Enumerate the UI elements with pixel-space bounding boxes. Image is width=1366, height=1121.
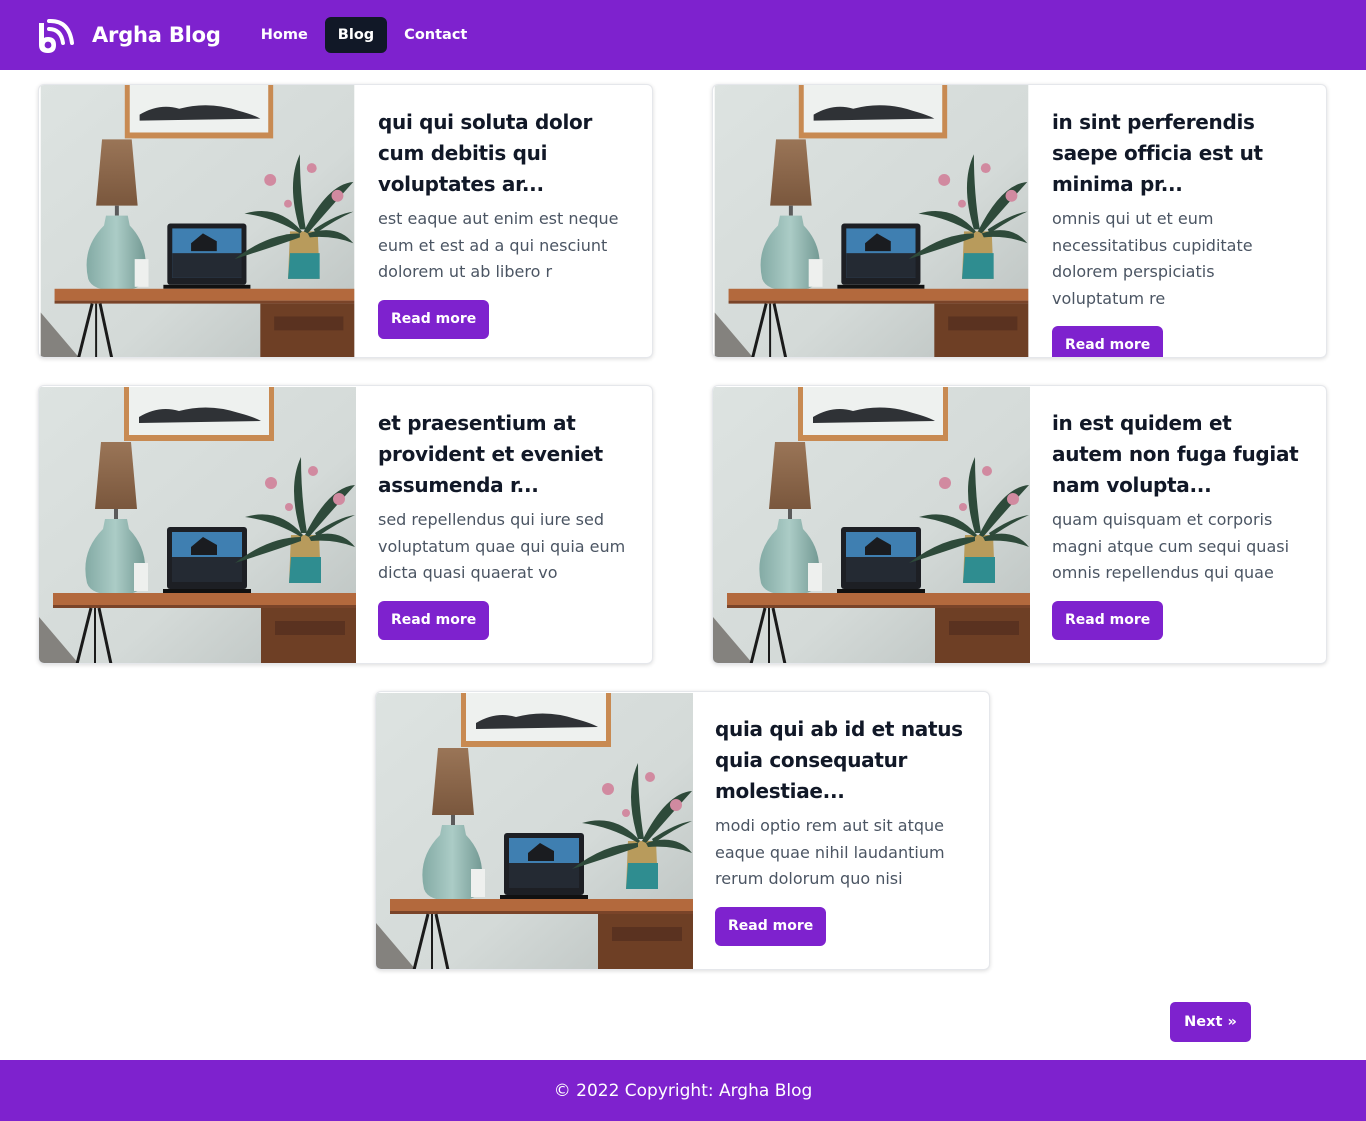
read-more-button[interactable]: Read more xyxy=(378,600,490,640)
post-title[interactable]: et praesentium at provident et eveniet a… xyxy=(378,408,630,501)
footer: © 2022 Copyright: Argha Blog xyxy=(0,1060,1366,1121)
post-card-body: et praesentium at provident et eveniet a… xyxy=(356,386,652,663)
next-page-button[interactable]: Next » xyxy=(1170,1002,1251,1042)
post-card: et praesentium at provident et eveniet a… xyxy=(38,385,653,664)
post-thumbnail[interactable] xyxy=(713,85,1030,358)
nav-contact[interactable]: Contact xyxy=(391,17,480,53)
post-card-body: in est quidem et autem non fuga fugiat n… xyxy=(1030,386,1326,663)
post-card-body: qui qui soluta dolor cum debitis qui vol… xyxy=(356,85,652,357)
post-excerpt: omnis qui ut et eum necessitatibus cupid… xyxy=(1052,209,1253,308)
read-more-button[interactable]: Read more xyxy=(1052,600,1164,640)
brand-link[interactable]: Argha Blog xyxy=(34,14,221,56)
blogger-logo-icon xyxy=(39,18,74,53)
nav-links: Home Blog Contact xyxy=(248,17,485,53)
post-title[interactable]: quia qui ab id et natus quia consequatur… xyxy=(715,714,967,807)
post-card: quia qui ab id et natus quia consequatur… xyxy=(375,691,990,970)
post-excerpt: quam quisquam et corporis magni atque cu… xyxy=(1052,510,1290,582)
brand-name: Argha Blog xyxy=(92,23,221,47)
post-title[interactable]: in sint perferendis saepe officia est ut… xyxy=(1052,107,1304,200)
post-title[interactable]: in est quidem et autem non fuga fugiat n… xyxy=(1052,408,1304,501)
read-more-button[interactable]: Read more xyxy=(1052,326,1164,357)
post-thumbnail[interactable] xyxy=(713,386,1030,664)
read-more-button[interactable]: Read more xyxy=(378,299,490,339)
post-card-body: quia qui ab id et natus quia consequatur… xyxy=(693,692,989,969)
navbar: Argha Blog Home Blog Contact xyxy=(0,0,1366,70)
post-thumbnail[interactable] xyxy=(376,692,693,970)
post-card: in est quidem et autem non fuga fugiat n… xyxy=(712,385,1327,664)
post-excerpt: sed repellendus qui iure sed voluptatum … xyxy=(378,510,626,582)
nav-home[interactable]: Home xyxy=(248,17,321,53)
post-thumbnail[interactable] xyxy=(39,85,356,358)
post-title[interactable]: qui qui soluta dolor cum debitis qui vol… xyxy=(378,107,630,200)
post-thumbnail[interactable] xyxy=(39,386,356,664)
post-excerpt: est eaque aut enim est neque eum et est … xyxy=(378,209,619,281)
post-card: qui qui soluta dolor cum debitis qui vol… xyxy=(38,84,653,358)
post-card: in sint perferendis saepe officia est ut… xyxy=(712,84,1327,358)
copyright-text: © 2022 Copyright: Argha Blog xyxy=(553,1080,813,1101)
post-excerpt: modi optio rem aut sit atque eaque quae … xyxy=(715,816,945,888)
read-more-button[interactable]: Read more xyxy=(715,906,827,946)
nav-blog[interactable]: Blog xyxy=(324,17,388,53)
post-card-body: in sint perferendis saepe officia est ut… xyxy=(1030,85,1326,357)
